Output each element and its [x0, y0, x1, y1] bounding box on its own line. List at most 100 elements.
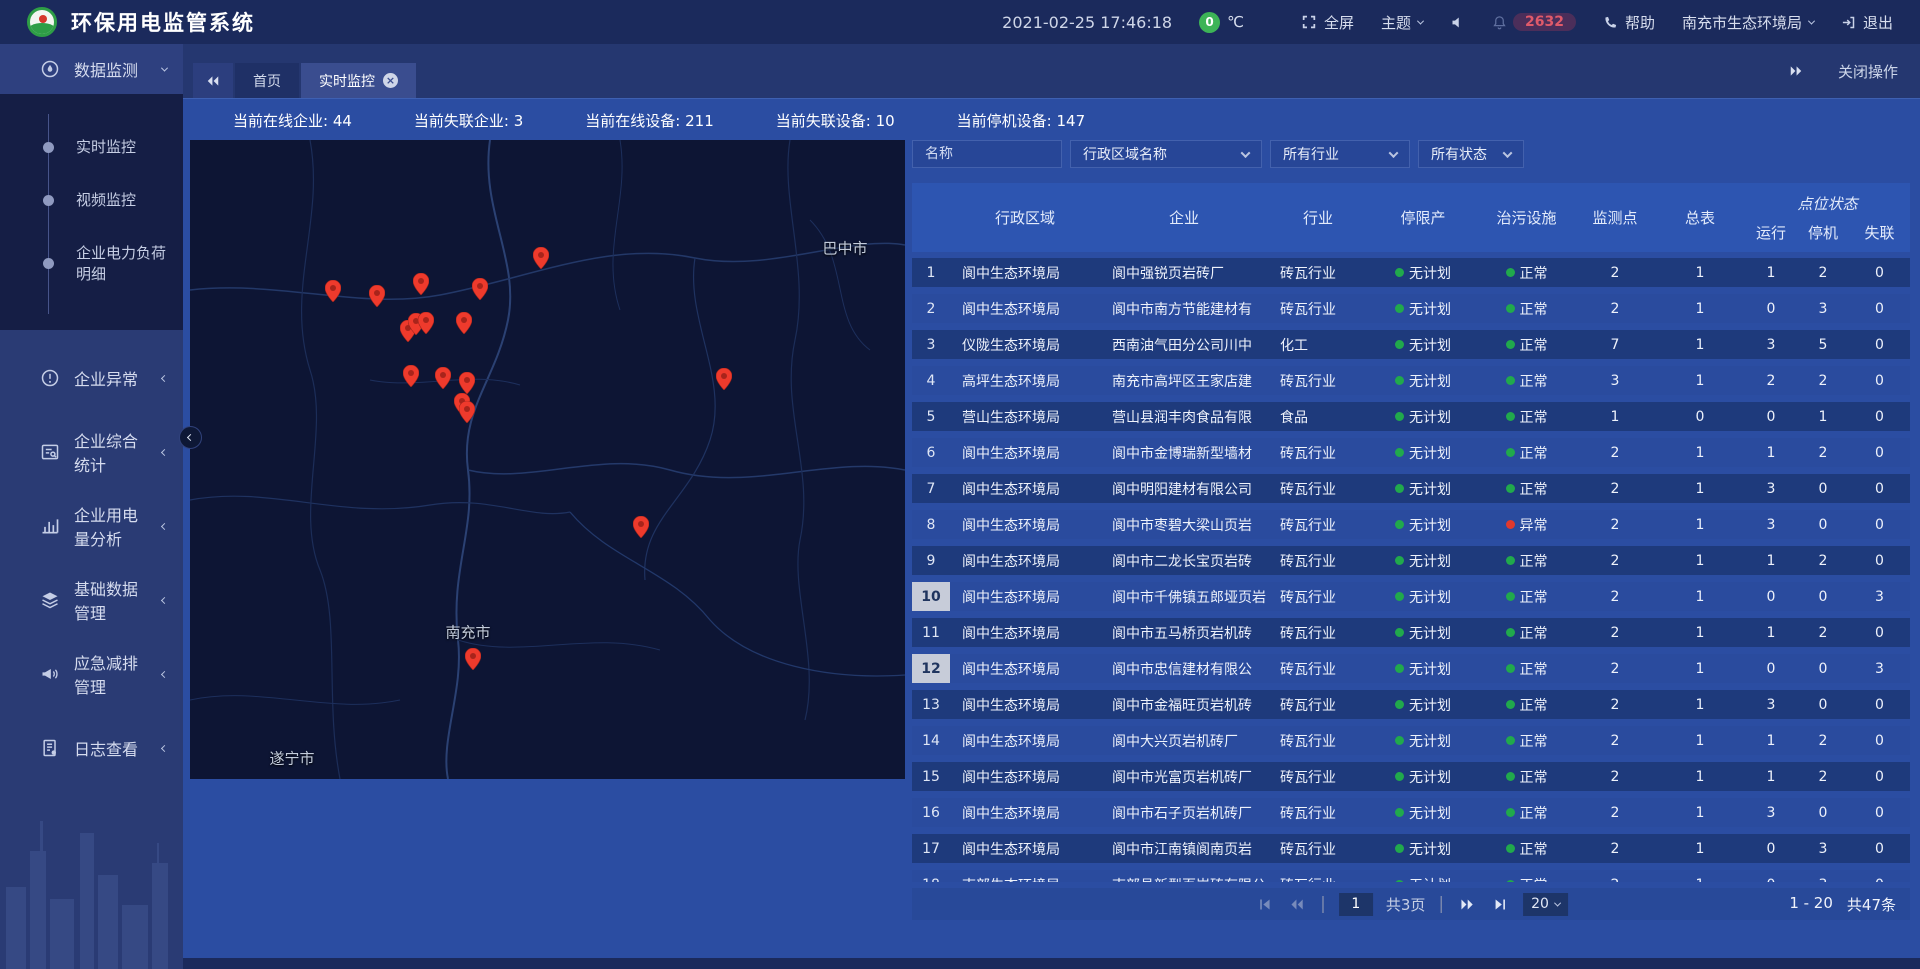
cell-limit-status: 无计划: [1368, 510, 1478, 539]
cell-run: 3: [1745, 690, 1797, 719]
tabs-scroll-left-button[interactable]: [193, 63, 233, 98]
stat-item: 当前在线企业: 44: [233, 110, 352, 131]
map-pin[interactable]: [465, 648, 481, 670]
map-pin[interactable]: [369, 285, 385, 307]
tab-realtime-monitor[interactable]: 实时监控×: [301, 63, 416, 98]
map-pin[interactable]: [533, 247, 549, 269]
status-dot-icon: [1506, 304, 1515, 313]
region-filter-select[interactable]: 行政区域名称: [1070, 140, 1262, 168]
temperature-indicator: 0 ℃: [1199, 12, 1244, 33]
cell-points: 2: [1575, 618, 1655, 647]
cell-stop: 0: [1797, 798, 1849, 827]
table-row[interactable]: 3仪陇生态环境局西南油气田分公司川中化工无计划正常71350: [912, 330, 1910, 359]
table-row[interactable]: 17阆中生态环境局阆中市江南镇阆南页岩砖瓦行业无计划正常21030: [912, 834, 1910, 863]
cell-region: 阆中生态环境局: [950, 618, 1100, 647]
last-page-button[interactable]: [1490, 894, 1510, 914]
table-row[interactable]: 6阆中生态环境局阆中市金博瑞新型墙材砖瓦行业无计划正常21120: [912, 438, 1910, 467]
next-page-icon: [1459, 897, 1475, 912]
mute-button[interactable]: [1450, 15, 1465, 30]
gauge-icon: [40, 59, 60, 79]
cell-industry: 砖瓦行业: [1268, 582, 1368, 611]
notification-bell[interactable]: 2632: [1492, 13, 1576, 31]
table-row[interactable]: 5营山生态环境局营山县润丰肉食品有限食品无计划正常10010: [912, 402, 1910, 431]
map-roads: [190, 140, 905, 779]
table-row[interactable]: 1阆中生态环境局阆中强锐页岩砖厂砖瓦行业无计划正常21120: [912, 258, 1910, 287]
close-operations-button[interactable]: 关闭操作: [1838, 61, 1898, 82]
cell-facility-status: 正常: [1478, 366, 1575, 395]
map-pin[interactable]: [716, 368, 732, 390]
map-collapse-handle[interactable]: [179, 426, 202, 449]
help-button[interactable]: 帮助: [1603, 12, 1655, 33]
city-skyline-decoration: [0, 759, 183, 969]
tab-home[interactable]: 首页: [235, 63, 299, 98]
user-dropdown[interactable]: 南充市生态环境局: [1682, 12, 1814, 33]
sidebar-item-electricity-analysis[interactable]: 企业用电量分析: [0, 500, 183, 552]
row-number: 13: [912, 690, 950, 719]
table-row[interactable]: 14阆中生态环境局阆中大兴页岩机砖厂砖瓦行业无计划正常21120: [912, 726, 1910, 755]
map-pin[interactable]: [435, 367, 451, 389]
cell-meters: 1: [1655, 762, 1745, 791]
exit-button[interactable]: 退出: [1841, 12, 1893, 33]
table-row[interactable]: 7阆中生态环境局阆中明阳建材有限公司砖瓦行业无计划正常21300: [912, 474, 1910, 503]
status-filter-select[interactable]: 所有状态: [1418, 140, 1524, 168]
cell-stop: 0: [1797, 582, 1849, 611]
table-row[interactable]: 2阆中生态环境局阆中市南方节能建材有砖瓦行业无计划正常21030: [912, 294, 1910, 323]
table-row[interactable]: 12阆中生态环境局阆中市忠信建材有限公砖瓦行业无计划正常21003: [912, 654, 1910, 683]
table-row[interactable]: 13阆中生态环境局阆中市金福旺页岩机砖砖瓦行业无计划正常21300: [912, 690, 1910, 719]
page-size-select[interactable]: 20: [1523, 893, 1568, 916]
table-row[interactable]: 11阆中生态环境局阆中市五马桥页岩机砖砖瓦行业无计划正常21120: [912, 618, 1910, 647]
tab-close-icon[interactable]: ×: [383, 73, 398, 88]
sidebar-item-basic-data[interactable]: 基础数据管理: [0, 574, 183, 626]
cell-limit-status: 无计划: [1368, 330, 1478, 359]
cell-limit-status: 无计划: [1368, 654, 1478, 683]
sidebar-item-enterprise-abnormal[interactable]: 企业异常: [0, 352, 183, 404]
row-number: 5: [912, 402, 950, 431]
map-pin[interactable]: [456, 312, 472, 334]
next-page-button[interactable]: [1457, 894, 1477, 914]
map-pin[interactable]: [325, 280, 341, 302]
sidebar-item-video-monitor[interactable]: 视频监控: [0, 173, 183, 226]
sidebar-item-emergency-reduction[interactable]: 应急减排管理: [0, 648, 183, 700]
fullscreen-button[interactable]: 全屏: [1301, 12, 1354, 33]
industry-filter-select[interactable]: 所有行业: [1270, 140, 1410, 168]
map-pin[interactable]: [403, 365, 419, 387]
table-row[interactable]: 18南部生态环境局南部县新型页岩砖有限公砖瓦行业无计划正常21030: [912, 870, 1910, 882]
chevron-left-icon: [161, 448, 168, 455]
map-pin[interactable]: [459, 401, 475, 423]
sidebar-item-enterprise-statistics[interactable]: 企业综合统计: [0, 426, 183, 478]
chevron-down-icon: [1417, 17, 1424, 24]
map-canvas[interactable]: 巴中市南充市遂宁市: [190, 140, 905, 779]
status-dot-icon: [1395, 304, 1404, 313]
sidebar-item-realtime-monitor[interactable]: 实时监控: [0, 120, 183, 173]
cell-company: 阆中市忠信建材有限公: [1100, 654, 1268, 683]
table-row[interactable]: 16阆中生态环境局阆中市石子页岩机砖厂砖瓦行业无计划正常21300: [912, 798, 1910, 827]
first-page-button[interactable]: [1254, 894, 1274, 914]
sidebar-item-data-monitoring[interactable]: 数据监测: [0, 44, 183, 94]
temperature-unit: ℃: [1227, 13, 1244, 31]
row-number: 17: [912, 834, 950, 863]
name-filter-input[interactable]: [925, 146, 1049, 162]
cell-run: 1: [1745, 546, 1797, 575]
double-right-arrow-icon[interactable]: [1788, 64, 1804, 78]
page-number-input[interactable]: [1339, 893, 1373, 916]
cell-meters: 0: [1655, 402, 1745, 431]
table-row[interactable]: 15阆中生态环境局阆中市光富页岩机砖厂砖瓦行业无计划正常21120: [912, 762, 1910, 791]
user-name: 南充市生态环境局: [1682, 12, 1802, 33]
cell-limit-status: 无计划: [1368, 834, 1478, 863]
stat-item: 当前在线设备: 211: [585, 110, 713, 131]
row-number: 16: [912, 798, 950, 827]
theme-dropdown[interactable]: 主题: [1381, 12, 1423, 33]
table-row[interactable]: 10阆中生态环境局阆中市千佛镇五郎垭页岩砖瓦行业无计划正常21003: [912, 582, 1910, 611]
map-pin[interactable]: [413, 273, 429, 295]
table-row[interactable]: 4高坪生态环境局南充市高坪区王家店建砖瓦行业无计划正常31220: [912, 366, 1910, 395]
cell-limit-status: 无计划: [1368, 798, 1478, 827]
map-pin[interactable]: [418, 312, 434, 334]
map-pin[interactable]: [633, 516, 649, 538]
prev-page-button[interactable]: [1287, 894, 1307, 914]
table-row[interactable]: 8阆中生态环境局阆中市枣碧大梁山页岩砖瓦行业无计划异常21300: [912, 510, 1910, 539]
table-row[interactable]: 9阆中生态环境局阆中市二龙长宝页岩砖砖瓦行业无计划正常21120: [912, 546, 1910, 575]
sidebar-item-power-load-detail[interactable]: 企业电力负荷明细: [0, 226, 183, 300]
map-pin[interactable]: [472, 278, 488, 300]
bullet-dot-icon: [43, 195, 54, 206]
map-pin[interactable]: [459, 372, 475, 394]
